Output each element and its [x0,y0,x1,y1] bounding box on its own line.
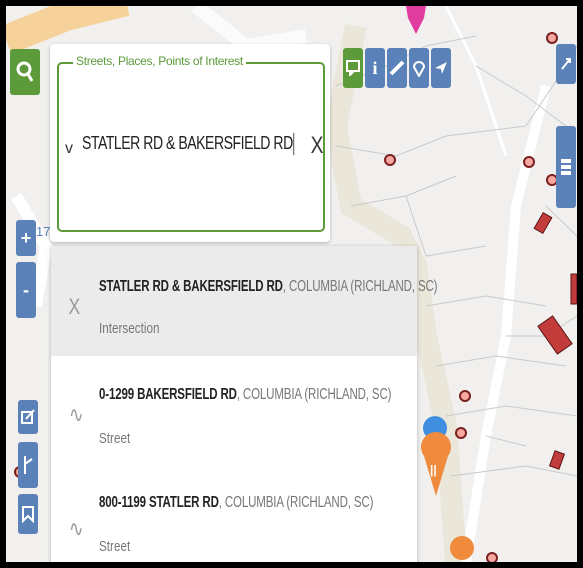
map-pin[interactable] [384,154,396,166]
zoom-out-button[interactable]: - [16,262,36,318]
bookmark-icon [22,506,34,523]
search-button[interactable] [10,49,40,95]
search-legend: Streets, Places, Points of Interest [73,54,246,68]
text-caret [293,133,295,156]
result-place: , COLUMBIA (RICHLAND, SC) [236,386,392,403]
search-icon [16,61,34,82]
result-name: STATLER RD & BAKERSFIELD RD [99,278,283,295]
result-place: , COLUMBIA (RICHLAND, SC) [282,278,438,295]
ruler-button[interactable] [387,48,407,88]
zoom-out-icon: - [23,279,29,300]
route-icon [24,456,33,474]
map-view[interactable]: || 176 + - i Streets, Places, Points of … [6,6,577,562]
result-title: STATLER RD & BAKERSFIELD RD, COLUMBIA (R… [99,278,437,296]
location-pin-button[interactable] [409,48,429,88]
result-item[interactable]: ∿ 800-1199 STATLER RD, COLUMBIA (RICHLAN… [51,474,417,562]
comment-icon [346,60,360,76]
svg-text:||: || [430,463,437,477]
result-name: 0-1299 BAKERSFIELD RD [99,386,237,403]
result-name: 800-1199 STATLER RD [99,494,219,511]
search-results-list: X STATLER RD & BAKERSFIELD RD, COLUMBIA … [51,246,437,562]
navigate-arrow-icon [435,62,447,74]
map-pin[interactable] [546,32,558,44]
result-title: 800-1199 STATLER RD, COLUMBIA (RICHLAND,… [99,494,373,512]
info-icon: i [372,57,378,78]
search-panel: Streets, Places, Points of Interest v ST… [50,44,330,242]
result-type: Intersection [99,320,160,337]
result-place: , COLUMBIA (RICHLAND, SC) [218,494,374,511]
search-input-value[interactable]: STATLER RD & BAKERSFIELD RD [82,133,295,156]
map-pin[interactable] [455,427,467,439]
result-item[interactable]: ∿ 0-1299 BAKERSFIELD RD, COLUMBIA (RICHL… [51,360,417,470]
expand-button[interactable] [556,44,576,84]
result-item[interactable]: X STATLER RD & BAKERSFIELD RD, COLUMBIA … [51,246,437,356]
expand-icon [561,58,571,70]
route-button[interactable] [18,442,38,488]
result-type: Street [99,430,131,447]
edit-icon [21,409,35,424]
bookmark-button[interactable] [18,494,38,534]
navigate-button[interactable] [431,48,451,88]
street-icon: ∿ [68,516,84,541]
intersection-icon: X [68,294,81,319]
comment-button[interactable] [343,48,363,88]
info-button[interactable]: i [365,48,385,88]
result-type: Street [99,538,131,555]
location-pin-icon [412,61,426,77]
street-icon: ∿ [68,402,84,427]
zoom-in-icon: + [20,227,32,248]
map-pin[interactable] [486,552,498,562]
map-pin[interactable] [523,156,535,168]
menu-icon [561,159,571,175]
search-text: STATLER RD & BAKERSFIELD RD [82,133,293,153]
zoom-in-button[interactable]: + [16,220,36,256]
ruler-icon [389,60,405,76]
edit-button[interactable] [18,400,38,434]
result-title: 0-1299 BAKERSFIELD RD, COLUMBIA (RICHLAN… [99,386,391,404]
chevron-down-icon[interactable]: v [65,140,73,158]
clear-search-button[interactable]: X [311,132,324,160]
menu-button[interactable] [556,126,576,208]
map-pin[interactable] [459,390,471,402]
